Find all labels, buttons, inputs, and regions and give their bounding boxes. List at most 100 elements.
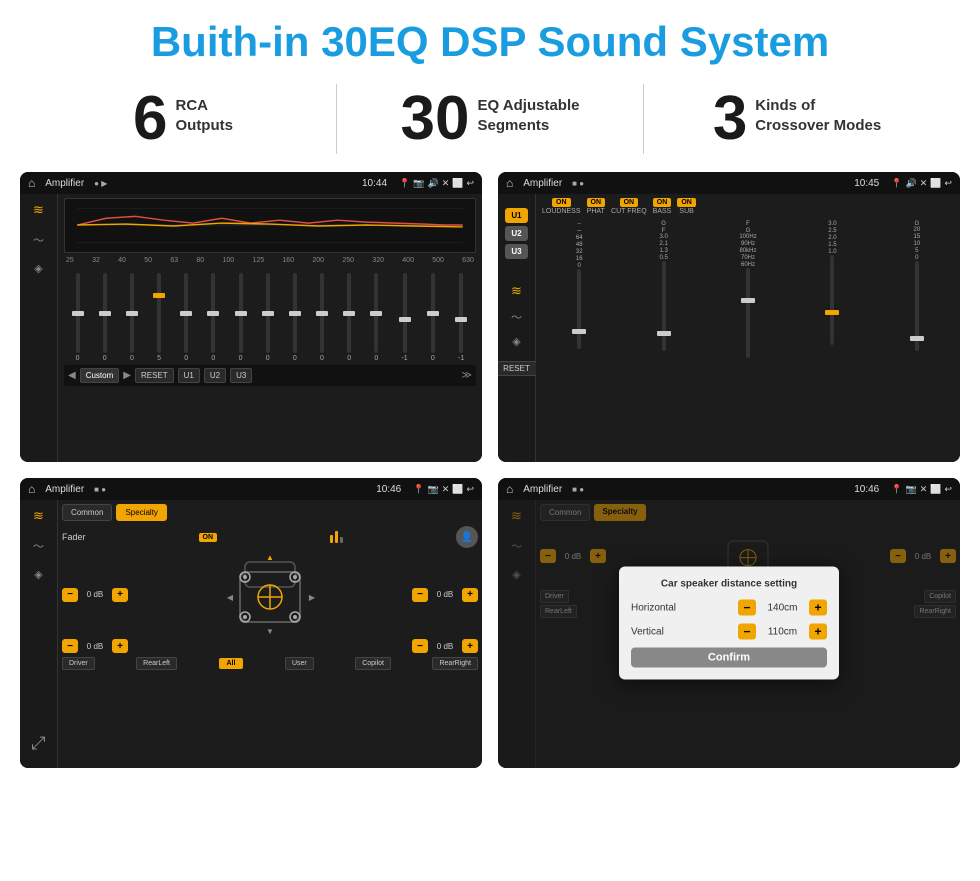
eq-u1-btn[interactable]: U1 [178,368,200,383]
fader-level-bars [330,531,343,543]
home-icon-eq: ⌂ [28,176,35,190]
fader-expand-icon[interactable]: ⤢ [31,733,45,754]
eq-slider-13[interactable]: -1 [401,273,407,362]
eq-slider-7[interactable]: 0 [239,273,243,362]
page-title: Buith-in 30EQ DSP Sound System [0,0,980,76]
eq-sliders: 0 0 0 5 0 [64,267,476,362]
btn-copilot[interactable]: Copilot [355,657,391,670]
bass-slider[interactable] [830,255,834,345]
tab-specialty[interactable]: Specialty [116,504,166,521]
eq-slider-9[interactable]: 0 [293,273,297,362]
dialog-title: Car speaker distance setting [631,579,827,590]
phat-on-badge: ON [587,198,606,207]
divider-1 [336,84,337,154]
eq-slider-3[interactable]: 0 [130,273,134,362]
db-minus-rr[interactable]: − [412,639,428,653]
screen-title-fader: Amplifier [45,484,84,495]
eq-slider-11[interactable]: 0 [347,273,351,362]
u1-button[interactable]: U1 [505,208,527,223]
status-dots-eq: ● ▶ [94,179,107,188]
cross-reset-btn[interactable]: RESET [498,361,537,376]
db-plus-rl[interactable]: + [112,639,128,653]
dialog-horizontal-plus[interactable]: + [809,600,827,616]
fader-main-area: Common Specialty Fader ON 👤 − [58,500,482,768]
eq-slider-2[interactable]: 0 [103,273,107,362]
eq-wave-icon[interactable]: 〜 [33,232,44,248]
dialog-horizontal-value: 140cm [760,602,805,613]
screen-crossover: ⌂ Amplifier ■ ● 10:45 📍🔊✕⬜↩ U1 U2 U3 ≋ 〜… [498,172,960,462]
cross-col-bass: 3.02.52.01.51.0 [793,221,871,460]
dialog-vertical-value: 110cm [760,626,805,637]
dialog-vertical-plus[interactable]: + [809,624,827,640]
dialog-vertical-minus[interactable]: − [738,624,756,640]
home-icon-cross: ⌂ [506,176,513,190]
sub-slider[interactable] [915,261,919,351]
profile-icon[interactable]: 👤 [456,526,478,548]
btn-driver[interactable]: Driver [62,657,95,670]
eq-slider-6[interactable]: 0 [211,273,215,362]
btn-rearleft[interactable]: RearLeft [136,657,177,670]
db-val-fr: 0 dB [431,590,459,599]
phat-slider[interactable] [662,261,666,351]
db-plus-fl[interactable]: + [112,588,128,602]
fader-bottom-buttons: Driver RearLeft All User Copilot RearRig… [62,657,478,670]
eq-slider-12[interactable]: 0 [374,273,378,362]
tab-common[interactable]: Common [62,504,112,521]
fader-content: ≋ 〜 ◈ ⤢ Common Specialty Fader ON [20,500,482,768]
cutfreq-slider[interactable] [746,268,750,358]
eq-slider-14[interactable]: 0 [431,273,435,362]
eq-filter-icon[interactable]: ≋ [33,202,44,218]
db-control-fl: − 0 dB + [62,588,128,602]
speaker-distance-dialog: Car speaker distance setting Horizontal … [619,567,839,680]
eq-slider-15[interactable]: -1 [458,273,464,362]
stat-crossover: 3 Kinds ofCrossover Modes [674,88,920,150]
screen-title-dialog: Amplifier [523,484,562,495]
cross-header: ON LOUDNESS ON PHAT ON CUT FREQ ON BASS [536,194,960,219]
db-plus-rr[interactable]: + [462,639,478,653]
cross-wave-icon: 〜 [511,309,522,325]
stat-number-rca: 6 [133,88,167,150]
db-minus-fr[interactable]: − [412,588,428,602]
fader-speaker-icon[interactable]: ◈ [34,568,42,581]
stat-eq: 30 EQ AdjustableSegments [367,88,613,150]
eq-speaker-icon[interactable]: ◈ [34,262,42,275]
status-time-dialog: 10:46 [854,484,879,495]
btn-user[interactable]: User [285,657,314,670]
cross-slider-columns: ~ ~ 644832160 GF [536,219,960,462]
db-plus-fr[interactable]: + [462,588,478,602]
dialog-vertical-control: − 110cm + [738,624,827,640]
eq-slider-4[interactable]: 5 [157,273,161,362]
loudness-slider[interactable] [577,269,581,349]
fader-control: Fader ON 👤 [62,526,478,548]
bass-on-badge: ON [653,198,672,207]
btn-all[interactable]: All [219,658,244,669]
btn-rearright[interactable]: RearRight [432,657,478,670]
db-minus-rl[interactable]: − [62,639,78,653]
eq-slider-5[interactable]: 0 [184,273,188,362]
svg-text:◀: ◀ [227,593,234,602]
svg-text:▲: ▲ [266,553,274,562]
eq-u3-btn[interactable]: U3 [230,368,252,383]
eq-slider-8[interactable]: 0 [266,273,270,362]
eq-slider-1[interactable]: 0 [76,273,80,362]
status-time-eq: 10:44 [362,178,387,189]
fader-wave-icon[interactable]: 〜 [33,538,44,554]
dialog-horizontal-minus[interactable]: − [738,600,756,616]
u2-button[interactable]: U2 [505,226,527,241]
eq-slider-10[interactable]: 0 [320,273,324,362]
confirm-button[interactable]: Confirm [631,648,827,668]
svg-text:▼: ▼ [266,627,274,636]
screen-fader: ⌂ Amplifier ■ ● 10:46 📍📷✕⬜↩ ≋ 〜 ◈ ⤢ Comm… [20,478,482,768]
screen-title-eq: Amplifier [45,178,84,189]
fader-eq-icon[interactable]: ≋ [33,508,44,524]
stat-number-eq: 30 [401,88,470,150]
speaker-layout-row2: − 0 dB + − 0 dB + [62,639,478,653]
dialog-horizontal-row: Horizontal − 140cm + [631,600,827,616]
u3-button[interactable]: U3 [505,244,527,259]
db-minus-fl[interactable]: − [62,588,78,602]
eq-u2-btn[interactable]: U2 [204,368,226,383]
eq-reset-btn[interactable]: RESET [135,368,174,383]
cross-sidebar: U1 U2 U3 ≋ 〜 ◈ RESET [498,194,536,462]
u-buttons-group: U1 U2 U3 [501,202,531,265]
eq-custom-btn[interactable]: Custom [80,368,120,383]
